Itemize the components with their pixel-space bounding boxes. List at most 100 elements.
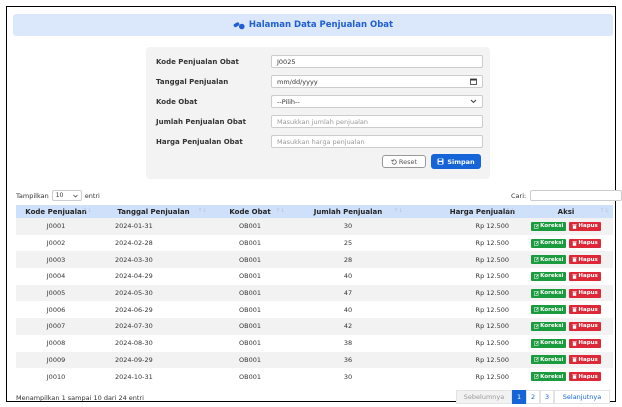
- page-length-select[interactable]: 10: [51, 190, 82, 201]
- reset-button[interactable]: Reset: [382, 155, 426, 168]
- delete-button[interactable]: Hapus: [569, 355, 601, 365]
- save-button[interactable]: Simpan: [431, 154, 481, 169]
- column-header[interactable]: Kode Obat ↑↓: [211, 205, 289, 218]
- jumlah-cell: 38: [289, 334, 407, 352]
- edit-button[interactable]: Koreksi: [531, 271, 567, 281]
- aksi-cell: Koreksi Hapus: [519, 218, 613, 235]
- save-label: Simpan: [447, 157, 475, 166]
- edit-button[interactable]: Koreksi: [531, 288, 567, 298]
- edit-button[interactable]: Koreksi: [531, 372, 567, 382]
- delete-button[interactable]: Hapus: [569, 338, 601, 348]
- trash-icon: [572, 257, 578, 263]
- next-page-button[interactable]: Selanjutnya: [554, 390, 610, 404]
- delete-button[interactable]: Hapus: [569, 238, 601, 248]
- delete-button[interactable]: Hapus: [569, 221, 601, 231]
- edit-button[interactable]: Koreksi: [531, 305, 567, 315]
- table-row: J0010 2024-10-31 OB001 30 Rp 12.500 Koreksi Ha…: [16, 368, 613, 385]
- search-input[interactable]: [530, 190, 622, 201]
- column-header[interactable]: Aksi ↑↓: [519, 205, 613, 218]
- edit-label: Koreksi: [540, 356, 564, 363]
- jumlah-input[interactable]: Masukkan jumlah penjualan: [271, 115, 483, 128]
- form-row-harga: Harga Penjualan Obat Masukkan harga penj…: [156, 135, 486, 148]
- page-button-2[interactable]: 2: [526, 390, 540, 404]
- edit-button[interactable]: Koreksi: [531, 221, 567, 231]
- edit-icon: [534, 274, 539, 279]
- form-row-obat: Kode Obat --Pilih--: [156, 95, 486, 108]
- column-header[interactable]: Jumlah Penjualan ↑↓: [289, 205, 407, 218]
- aksi-cell: Koreksi Hapus: [519, 318, 613, 335]
- delete-button[interactable]: Hapus: [569, 305, 601, 315]
- jumlah-placeholder: Masukkan jumlah penjualan: [277, 117, 368, 126]
- tanggal-cell: 2024-10-31: [96, 368, 211, 385]
- delete-button[interactable]: Hapus: [569, 255, 601, 265]
- trash-icon: [572, 324, 578, 329]
- edit-label: Koreksi: [540, 240, 564, 247]
- app-frame: Halaman Data Penjualan Obat Kode Penjual…: [6, 6, 622, 404]
- table-row: J0005 2024-05-30 OB001 47 Rp 12.500 Koreksi Ha…: [16, 284, 613, 302]
- show-label: Tampilkan: [16, 191, 49, 200]
- harga-cell: Rp 12.500: [407, 368, 519, 385]
- trash-icon: [572, 274, 578, 279]
- harga-cell: Rp 12.500: [407, 351, 519, 369]
- column-header[interactable]: Kode Penjualan ↑↓: [16, 205, 96, 218]
- harga-cell: Rp 12.500: [407, 268, 519, 285]
- kode-penjualan-cell: J0006: [16, 301, 96, 319]
- chevron-down-icon: [470, 99, 477, 104]
- calendar-icon[interactable]: [470, 78, 477, 85]
- entries-label: entri: [84, 191, 100, 200]
- edit-button[interactable]: Koreksi: [531, 238, 567, 248]
- trash-icon: [572, 374, 578, 379]
- kode-field[interactable]: J0025: [271, 55, 483, 68]
- edit-button[interactable]: Koreksi: [531, 355, 567, 365]
- obat-label: Kode Obat: [156, 97, 198, 106]
- tanggal-cell: 2024-09-29: [96, 351, 211, 369]
- table-row: J0007 2024-07-30 OB001 42 Rp 12.500 Koreksi Ha…: [16, 318, 613, 335]
- kode-penjualan-cell: J0009: [16, 351, 96, 369]
- delete-button[interactable]: Hapus: [569, 321, 601, 331]
- reset-label: Reset: [398, 157, 418, 166]
- kode-penjualan-cell: J0005: [16, 284, 96, 302]
- delete-button[interactable]: Hapus: [569, 288, 601, 298]
- harga-cell: Rp 12.500: [407, 251, 519, 269]
- kode-obat-cell: OB001: [211, 334, 289, 352]
- page-button-3[interactable]: 3: [540, 390, 554, 404]
- prev-page-button[interactable]: Sebelumnya: [456, 390, 512, 404]
- delete-label: Hapus: [578, 306, 598, 313]
- edit-button[interactable]: Koreksi: [531, 321, 567, 331]
- edit-icon: [534, 290, 539, 296]
- kode-penjualan-cell: J0010: [16, 368, 96, 385]
- column-header[interactable]: Harga Penjualan ↑↓: [407, 205, 519, 218]
- edit-label: Koreksi: [540, 323, 564, 330]
- harga-label: Harga Penjualan Obat: [156, 137, 243, 146]
- table-row: J0002 2024-02-28 OB001 25 Rp 12.500 Koreksi Ha…: [16, 234, 613, 252]
- form-row-jumlah: Jumlah Penjualan Obat Masukkan jumlah pe…: [156, 115, 486, 128]
- row-actions: Koreksi Hapus: [523, 221, 609, 231]
- obat-select[interactable]: --Pilih--: [271, 95, 483, 108]
- edit-button[interactable]: Koreksi: [531, 338, 567, 348]
- edit-button[interactable]: Koreksi: [531, 255, 567, 265]
- tanggal-cell: 2024-02-28: [96, 234, 211, 252]
- harga-input[interactable]: Masukkan harga penjualan: [271, 135, 483, 148]
- trash-icon: [572, 240, 578, 246]
- undo-icon: [391, 158, 397, 165]
- page-button-1[interactable]: 1: [512, 390, 526, 404]
- kode-penjualan-cell: J0002: [16, 234, 96, 252]
- kode-obat-cell: OB001: [211, 251, 289, 269]
- harga-cell: Rp 12.500: [407, 301, 519, 319]
- kode-obat-cell: OB001: [211, 284, 289, 302]
- sort-icon: ↑↓: [82, 208, 92, 214]
- jumlah-cell: 36: [289, 351, 407, 369]
- delete-button[interactable]: Hapus: [569, 271, 601, 281]
- trash-icon: [572, 357, 578, 363]
- aksi-cell: Koreksi Hapus: [519, 368, 613, 385]
- column-header[interactable]: Tanggal Penjualan ↑↓: [96, 205, 211, 218]
- aksi-cell: Koreksi Hapus: [519, 251, 613, 269]
- column-header-label: Kode Obat: [229, 207, 271, 216]
- column-header-label: Tanggal Penjualan: [117, 207, 190, 216]
- sort-icon: ↑↓: [393, 208, 403, 214]
- tanggal-field[interactable]: mm/dd/yyyy: [271, 75, 483, 88]
- harga-cell: Rp 12.500: [407, 218, 519, 235]
- row-actions: Koreksi Hapus: [523, 238, 609, 248]
- delete-button[interactable]: Hapus: [569, 372, 601, 382]
- table-row: J0004 2024-04-29 OB001 40 Rp 12.500 Koreksi Ha…: [16, 268, 613, 285]
